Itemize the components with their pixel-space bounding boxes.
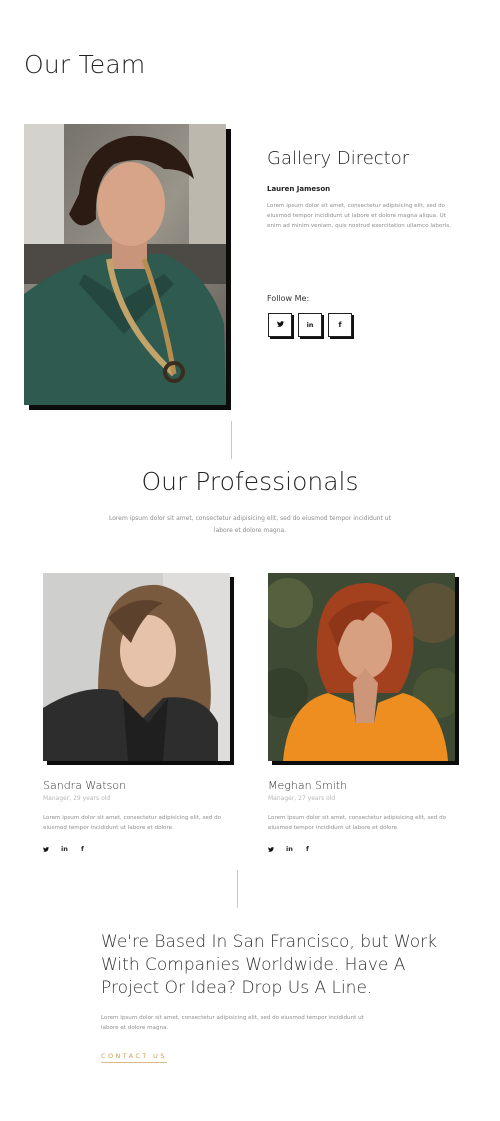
director-photo <box>24 124 226 405</box>
member-photo <box>268 573 455 761</box>
page-title: Our Team <box>24 50 146 79</box>
role-title: Gallery Director <box>267 148 410 169</box>
twitter-icon[interactable] <box>43 846 49 854</box>
member-photo <box>43 573 230 761</box>
director-description: Lorem ipsum dolor sit amet, consectetur … <box>267 203 451 229</box>
facebook-icon[interactable]: f <box>81 845 84 853</box>
member-description: Lorem ipsum dolor sit amet, consectetur … <box>43 815 222 831</box>
facebook-button[interactable]: f <box>328 313 352 337</box>
member-photo-card <box>43 573 234 765</box>
section-divider <box>231 421 232 459</box>
twitter-button[interactable] <box>268 313 292 337</box>
member-name: Sandra Watson <box>43 779 127 792</box>
member-photo-card <box>268 573 459 765</box>
follow-label: Follow Me: <box>267 294 310 303</box>
member-subtitle: Manager, 29 years old <box>43 795 111 802</box>
director-photo-card <box>24 124 231 410</box>
director-name: Lauren Jameson <box>267 185 331 193</box>
cta-text: Lorem ipsum dolor sit amet, consectetur … <box>101 1015 364 1031</box>
linkedin-button[interactable]: in <box>298 313 322 337</box>
linkedin-icon: in <box>306 321 314 329</box>
contact-us-link[interactable]: CONTACT US <box>101 1052 167 1063</box>
member-name: Meghan Smith <box>268 779 348 792</box>
twitter-icon[interactable] <box>268 846 274 854</box>
member-subtitle: Manager, 27 years old <box>268 795 336 802</box>
facebook-icon[interactable]: f <box>306 845 309 853</box>
twitter-icon <box>276 321 284 329</box>
section-divider <box>237 870 238 908</box>
linkedin-icon[interactable]: in <box>61 845 68 853</box>
member-description: Lorem ipsum dolor sit amet, consectetur … <box>268 815 447 831</box>
facebook-icon: f <box>338 321 342 329</box>
linkedin-icon[interactable]: in <box>286 845 293 853</box>
professionals-intro: Lorem ipsum dolor sit amet, consectetur … <box>109 515 391 534</box>
cta-title: We're Based In San Francisco, but Work W… <box>101 932 437 998</box>
professionals-title: Our Professionals <box>141 467 359 496</box>
